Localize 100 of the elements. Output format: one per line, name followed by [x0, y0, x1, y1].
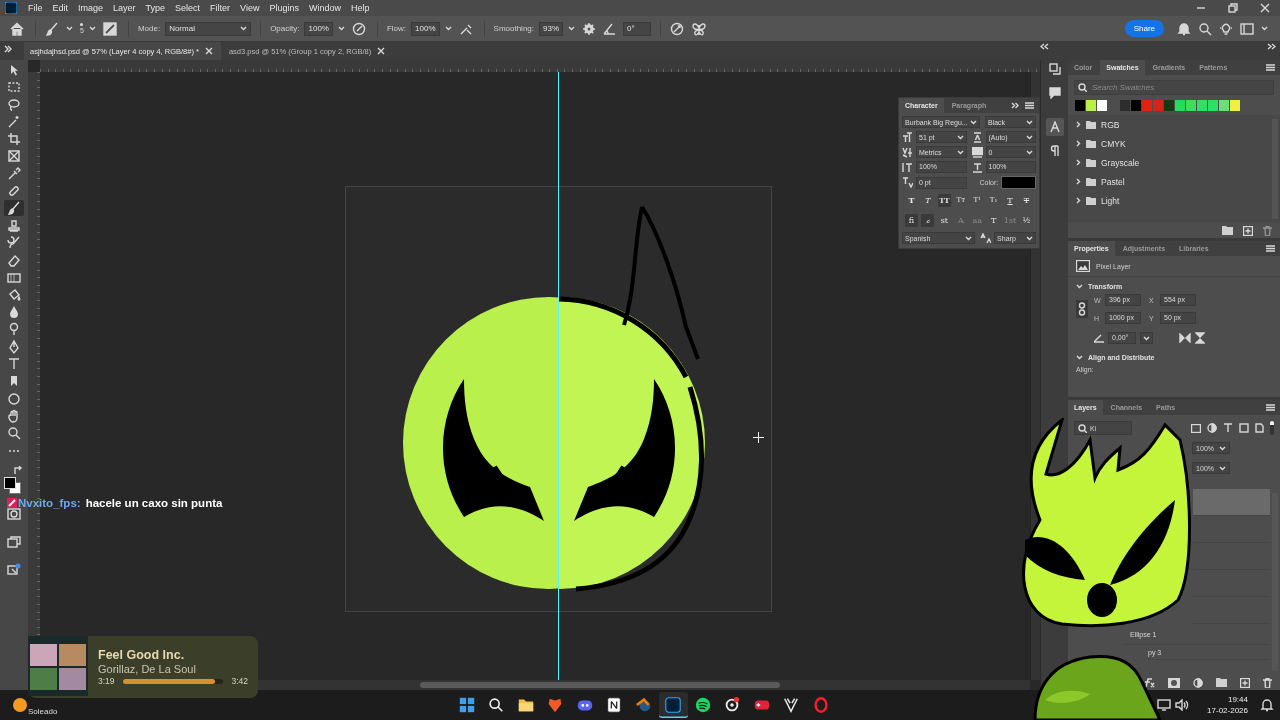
- swatch-group[interactable]: Light: [1068, 191, 1270, 210]
- foreground-background-colors[interactable]: [4, 477, 20, 494]
- menu-item[interactable]: Layer: [108, 3, 141, 13]
- color-swatch[interactable]: [1131, 100, 1141, 111]
- caret-icon[interactable]: [970, 119, 977, 125]
- caret-icon[interactable]: [1261, 26, 1268, 31]
- share-button[interactable]: Share: [1124, 20, 1164, 37]
- expand-toolbar-icon[interactable]: [4, 45, 12, 53]
- close-icon[interactable]: [377, 47, 386, 55]
- angle-icon[interactable]: [1094, 333, 1104, 343]
- new-swatch-icon[interactable]: [1243, 225, 1253, 236]
- leading-icon[interactable]: [971, 131, 983, 143]
- chevron-down-icon[interactable]: [1076, 284, 1083, 289]
- panel-menu-icon[interactable]: [1266, 404, 1275, 411]
- caret-icon[interactable]: [1026, 149, 1033, 155]
- taskbar-button[interactable]: [658, 692, 688, 718]
- caret-icon[interactable]: [956, 149, 964, 155]
- search-icon[interactable]: [1198, 21, 1212, 36]
- baseline-shift-icon[interactable]: [902, 177, 913, 188]
- chevron-icon[interactable]: [1076, 159, 1081, 166]
- panel-menu-icon[interactable]: [1025, 102, 1034, 109]
- color-swatch[interactable]: [1075, 100, 1085, 111]
- swatch-group[interactable]: RGB: [1068, 115, 1270, 134]
- scroll-thumb[interactable]: [420, 682, 780, 688]
- menu-item[interactable]: View: [235, 3, 265, 13]
- caret-icon[interactable]: [1026, 134, 1033, 140]
- speaker-icon[interactable]: [1175, 699, 1190, 711]
- workspace-icon[interactable]: [1240, 22, 1254, 35]
- menu-item[interactable]: Select: [170, 3, 206, 13]
- color-swatch[interactable]: [1208, 100, 1218, 111]
- type-filter-icon[interactable]: [1223, 423, 1233, 433]
- type-style-button[interactable]: ℴ: [921, 214, 935, 227]
- new-layer-icon[interactable]: [1240, 677, 1250, 688]
- app-logo-icon[interactable]: [5, 2, 17, 14]
- brush-icon[interactable]: [4, 200, 24, 217]
- color-swatch[interactable]: [1230, 100, 1240, 111]
- search-icon[interactable]: [1078, 423, 1087, 433]
- type-style-button[interactable]: T: [1003, 194, 1017, 207]
- flip-vertical-icon[interactable]: [1195, 332, 1205, 344]
- type-style-button[interactable]: ½: [1019, 214, 1033, 227]
- pressure-opacity-icon[interactable]: [351, 21, 366, 36]
- shape-filter-icon[interactable]: [1239, 423, 1249, 433]
- type-style-button[interactable]: st: [937, 214, 951, 227]
- lightbulb-icon[interactable]: [1219, 21, 1233, 36]
- text-color-swatch[interactable]: [1001, 176, 1036, 189]
- menu-item[interactable]: Type: [140, 3, 171, 13]
- menu-item[interactable]: Edit: [47, 3, 74, 13]
- angle-field[interactable]: 0°: [623, 21, 652, 36]
- restore-icon[interactable]: [1228, 3, 1238, 13]
- chevron-icon[interactable]: [1076, 140, 1081, 147]
- caret-icon[interactable]: [956, 134, 964, 140]
- type-style-button[interactable]: T: [905, 194, 918, 207]
- color-swatch[interactable]: [1097, 100, 1107, 111]
- smart-object-filter-icon[interactable]: [1255, 423, 1264, 433]
- font-size-icon[interactable]: [902, 131, 913, 143]
- chevron-icon[interactable]: [1076, 121, 1081, 128]
- color-swatch[interactable]: [1120, 100, 1130, 111]
- color-swatch[interactable]: [1142, 100, 1152, 111]
- caret-icon[interactable]: [88, 26, 96, 31]
- menu-item[interactable]: Image: [73, 3, 109, 13]
- mode-select[interactable]: Normal: [165, 21, 252, 36]
- caret-icon[interactable]: [1219, 445, 1226, 451]
- notification-bell-icon[interactable]: [1260, 698, 1274, 712]
- color-swatch[interactable]: [1153, 100, 1163, 111]
- antialias-icon[interactable]: [980, 232, 992, 244]
- swatch-group[interactable]: Grayscale: [1068, 153, 1270, 172]
- folder-icon[interactable]: [1216, 678, 1227, 687]
- menu-item[interactable]: Plugins: [264, 3, 304, 13]
- swatch-group[interactable]: Pastel: [1068, 172, 1270, 191]
- gear-icon[interactable]: [582, 21, 597, 36]
- menu-item[interactable]: Help: [346, 3, 375, 13]
- quick-mask-icon[interactable]: [7, 508, 21, 521]
- color-swatch[interactable]: [1175, 100, 1185, 111]
- image-icon[interactable]: [1076, 260, 1090, 272]
- link-icon[interactable]: [1076, 300, 1088, 318]
- new-group-icon[interactable]: [1222, 226, 1233, 235]
- menu-item[interactable]: Filter: [205, 3, 236, 13]
- angle-icon[interactable]: [603, 22, 617, 35]
- swap-colors-icon[interactable]: [13, 465, 23, 476]
- caret-icon[interactable]: [1219, 465, 1226, 471]
- kerning-icon[interactable]: [902, 146, 913, 158]
- caret-icon[interactable]: [1026, 119, 1033, 125]
- horizontal-scale-icon[interactable]: [971, 161, 983, 173]
- color-swatch[interactable]: [1086, 100, 1096, 111]
- brush-panel-icon[interactable]: [102, 21, 117, 36]
- caret-icon[interactable]: [568, 26, 576, 31]
- flip-horizontal-icon[interactable]: [1179, 333, 1191, 343]
- type-style-button[interactable]: T: [1019, 194, 1033, 207]
- caret-icon[interactable]: [965, 235, 973, 241]
- menu-item[interactable]: Window: [304, 3, 346, 13]
- collapse-panels-icon[interactable]: [1267, 43, 1276, 50]
- vertical-scale-icon[interactable]: [902, 161, 913, 173]
- collapse-icon[interactable]: [1011, 102, 1019, 109]
- chevron-down-icon[interactable]: [1076, 355, 1083, 360]
- network-icon[interactable]: [1157, 699, 1172, 711]
- tracking-icon[interactable]: [971, 146, 983, 158]
- trash-icon[interactable]: [1263, 225, 1272, 236]
- close-icon[interactable]: [1260, 3, 1270, 13]
- flow-field[interactable]: 100%: [411, 21, 440, 36]
- smoothing-field[interactable]: 93%: [539, 21, 564, 36]
